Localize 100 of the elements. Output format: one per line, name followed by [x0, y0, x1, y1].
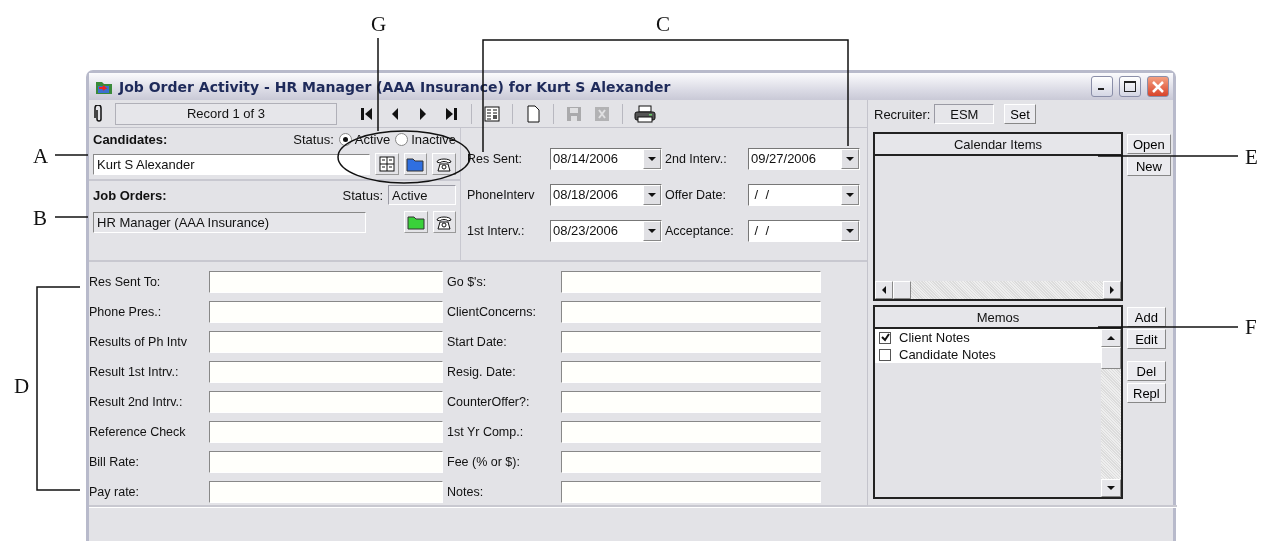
text-field[interactable] — [209, 391, 443, 413]
field-label: Start Date: — [447, 335, 508, 349]
recruiter-value: ESM — [934, 104, 995, 124]
date-field[interactable]: / / — [748, 220, 860, 242]
text-field[interactable] — [209, 481, 443, 503]
field-label: Fee (% or $): — [447, 455, 521, 469]
scroll-right-icon — [1110, 286, 1114, 295]
vertical-scrollbar[interactable] — [1101, 329, 1121, 497]
callout-letter: D — [14, 376, 30, 397]
field-label: Notes: — [447, 485, 485, 499]
maximize-button[interactable] — [1119, 76, 1141, 97]
maximize-icon — [1124, 81, 1136, 92]
checkbox[interactable] — [879, 348, 891, 361]
candidate-name-field[interactable]: Kurt S Alexander — [93, 153, 370, 175]
phone-icon — [436, 214, 453, 230]
dropdown-button[interactable] — [643, 221, 661, 241]
dropdown-button[interactable] — [643, 149, 661, 169]
print-button[interactable] — [631, 102, 659, 125]
calendar-button[interactable]: New — [1127, 156, 1171, 176]
scroll-up-icon — [1107, 336, 1115, 341]
date-field[interactable]: 09/27/2006 — [748, 148, 860, 170]
field-label: Resig. Date: — [447, 365, 517, 379]
recruiter-label: Recruiter: — [874, 106, 931, 122]
callout-letter: E — [1245, 147, 1258, 168]
text-field[interactable] — [561, 481, 821, 503]
phone-button[interactable] — [432, 153, 456, 175]
field-label: Phone Pres.: — [89, 305, 163, 319]
text-field[interactable] — [561, 301, 821, 323]
field-label: Go $'s: — [447, 275, 488, 289]
caret-icon — [846, 229, 854, 233]
field-label: ClientConcerns: — [447, 305, 537, 319]
field-label: 1st Yr Comp.: — [447, 425, 525, 439]
scroll-left-icon — [882, 286, 886, 295]
leader-line — [54, 154, 89, 156]
job-orders-label: Job Orders: — [93, 187, 168, 203]
field-label: Bill Rate: — [89, 455, 141, 469]
text-field[interactable] — [561, 451, 821, 473]
text-field[interactable] — [561, 361, 821, 383]
date-field[interactable]: 08/18/2006 — [550, 184, 662, 206]
scroll-thumb[interactable] — [1101, 347, 1121, 370]
text-field[interactable] — [209, 421, 443, 443]
folder-icon — [406, 214, 425, 230]
scroll-thumb[interactable] — [893, 281, 911, 300]
close-button[interactable] — [1147, 76, 1169, 97]
paperclip-icon[interactable] — [93, 104, 105, 123]
calendar-button[interactable]: Open — [1127, 134, 1171, 154]
date-field[interactable]: / / — [748, 184, 860, 206]
date-label: Acceptance: — [665, 224, 735, 238]
text-field[interactable] — [561, 421, 821, 443]
phone-button[interactable] — [432, 211, 456, 233]
dropdown-button[interactable] — [841, 149, 859, 169]
folder-button[interactable] — [403, 153, 428, 175]
checkbox[interactable] — [879, 331, 891, 344]
delete-record-icon — [593, 104, 611, 123]
scroll-down-icon — [1107, 486, 1115, 490]
printer-icon — [634, 104, 656, 123]
set-button[interactable]: Set — [1004, 104, 1036, 124]
grid-icon — [378, 156, 395, 172]
text-field[interactable] — [209, 361, 443, 383]
radio-label: Active — [354, 132, 391, 147]
record-counter: Record 1 of 3 — [115, 102, 337, 125]
date-label: PhoneInterv — [467, 188, 536, 202]
phone-icon — [436, 156, 453, 172]
memo-button[interactable]: Repl — [1127, 383, 1166, 404]
field-label: Result 1st Intrv.: — [89, 365, 180, 379]
text-field[interactable] — [561, 331, 821, 353]
dropdown-button[interactable] — [643, 185, 661, 205]
memo-item[interactable]: Candidate Notes — [875, 346, 1101, 364]
text-field[interactable] — [561, 271, 821, 293]
caret-icon — [846, 157, 854, 161]
memo-item[interactable]: Client Notes — [875, 329, 1101, 347]
horizontal-scrollbar[interactable] — [875, 281, 1121, 300]
callout-letter: C — [656, 14, 670, 35]
radio-button[interactable] — [338, 133, 352, 146]
memo-button[interactable]: Del — [1127, 361, 1166, 382]
grid-button[interactable] — [374, 153, 399, 175]
text-field[interactable] — [209, 271, 443, 293]
callout-letter: G — [371, 14, 387, 35]
text-field[interactable] — [209, 301, 443, 323]
field-label: Reference Check — [89, 425, 187, 439]
radio-label: Inactive — [411, 132, 456, 147]
minimize-button[interactable] — [1091, 76, 1113, 97]
folder-button[interactable] — [404, 211, 428, 233]
date-label: Offer Date: — [665, 188, 727, 202]
date-field[interactable]: 08/23/2006 — [550, 220, 662, 242]
form-view-icon — [483, 104, 501, 123]
callout-letter: F — [1245, 317, 1257, 338]
memo-button[interactable]: Edit — [1127, 329, 1166, 350]
date-field[interactable]: 08/14/2006 — [550, 148, 662, 170]
text-field[interactable] — [209, 451, 443, 473]
text-field[interactable] — [209, 331, 443, 353]
caret-icon — [648, 157, 656, 161]
dropdown-button[interactable] — [841, 185, 859, 205]
radio-button[interactable] — [395, 133, 409, 146]
memo-button[interactable]: Add — [1127, 307, 1166, 328]
text-field[interactable] — [561, 391, 821, 413]
field-label: Res Sent To: — [89, 275, 162, 289]
dropdown-button[interactable] — [841, 221, 859, 241]
caret-icon — [648, 229, 656, 233]
callout-letter: B — [33, 208, 47, 229]
